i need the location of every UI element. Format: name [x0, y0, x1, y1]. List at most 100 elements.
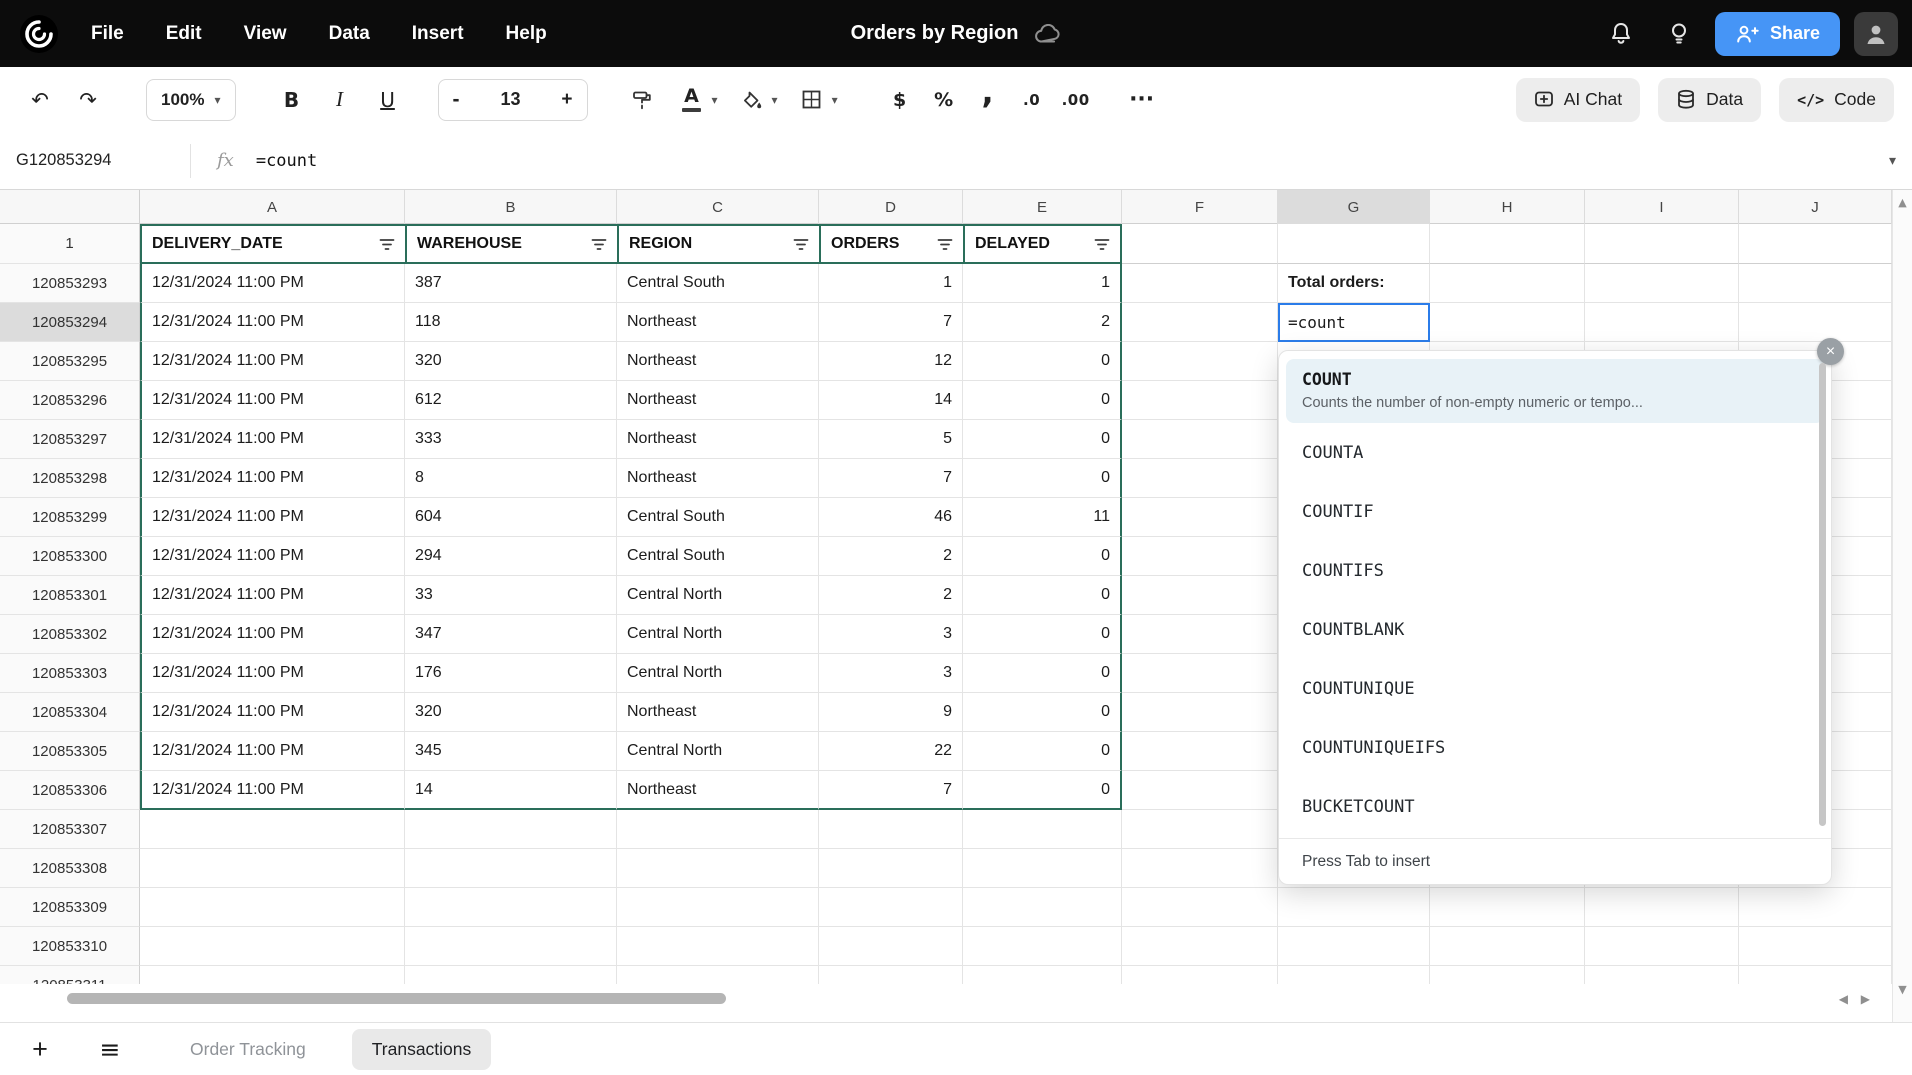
add-sheet-button[interactable]: +: [18, 1034, 62, 1065]
table-header-orders[interactable]: ORDERS: [819, 224, 963, 264]
cell-C-120853294[interactable]: Northeast: [617, 303, 819, 342]
autocomplete-item-countifs[interactable]: COUNTIFS: [1279, 541, 1831, 600]
app-logo-icon[interactable]: [18, 13, 60, 55]
close-icon[interactable]: ×: [1817, 338, 1844, 365]
autocomplete-item-count[interactable]: COUNT Counts the number of non-empty num…: [1286, 359, 1824, 423]
cell-F-120853307[interactable]: [1122, 810, 1278, 849]
row-header-120853310[interactable]: 120853310: [0, 927, 140, 966]
data-button[interactable]: Data: [1658, 77, 1762, 122]
table-header-delayed[interactable]: DELAYED: [963, 224, 1122, 264]
cell-C-120853306[interactable]: Northeast: [617, 771, 819, 810]
row-header-120853308[interactable]: 120853308: [0, 849, 140, 888]
cell-F-120853294[interactable]: [1122, 303, 1278, 342]
menu-insert[interactable]: Insert: [391, 23, 485, 45]
formula-bar-expand-icon[interactable]: ▾: [1889, 153, 1896, 169]
cell-C-120853303[interactable]: Central North: [617, 654, 819, 693]
row-header-120853294[interactable]: 120853294: [0, 303, 140, 342]
cell-D-120853307[interactable]: [819, 810, 963, 849]
filter-icon[interactable]: [379, 238, 395, 251]
cell-C-120853293[interactable]: Central South: [617, 264, 819, 303]
cell-C-120853302[interactable]: Central North: [617, 615, 819, 654]
cell-D-120853297[interactable]: 5: [819, 420, 963, 459]
cell-C-120853304[interactable]: Northeast: [617, 693, 819, 732]
zoom-select[interactable]: 100% ▾: [146, 78, 236, 121]
cell-A-120853308[interactable]: [140, 849, 405, 888]
cell-F-120853302[interactable]: [1122, 615, 1278, 654]
increase-decimal-button[interactable]: .00: [1054, 78, 1098, 122]
scroll-right-icon[interactable]: ▶: [1861, 992, 1870, 1006]
cell-B-120853298[interactable]: 8: [405, 459, 617, 498]
cell-A-120853294[interactable]: 12/31/2024 11:00 PM: [140, 303, 405, 342]
cell-D-120853302[interactable]: 3: [819, 615, 963, 654]
share-button[interactable]: Share: [1714, 11, 1840, 56]
table-header-delivery_date[interactable]: DELIVERY_DATE: [140, 224, 405, 264]
cell-C-120853307[interactable]: [617, 810, 819, 849]
scroll-down-icon[interactable]: ▼: [1893, 983, 1912, 996]
cell-B-120853294[interactable]: 118: [405, 303, 617, 342]
autocomplete-item-bucketcount[interactable]: BUCKETCOUNT: [1279, 777, 1831, 836]
cell-F-120853303[interactable]: [1122, 654, 1278, 693]
cell-A-120853297[interactable]: 12/31/2024 11:00 PM: [140, 420, 405, 459]
cell-B-120853307[interactable]: [405, 810, 617, 849]
cell-E-120853306[interactable]: 0: [963, 771, 1122, 810]
cell-H-1[interactable]: [1430, 224, 1585, 264]
cell-E-120853304[interactable]: 0: [963, 693, 1122, 732]
cell-A-120853301[interactable]: 12/31/2024 11:00 PM: [140, 576, 405, 615]
cell-J-1[interactable]: [1739, 224, 1892, 264]
table-header-region[interactable]: REGION: [617, 224, 819, 264]
cell-C-120853298[interactable]: Northeast: [617, 459, 819, 498]
cell-G-120853309[interactable]: [1278, 888, 1430, 927]
cell-B-120853308[interactable]: [405, 849, 617, 888]
row-header-120853306[interactable]: 120853306: [0, 771, 140, 810]
filter-icon[interactable]: [1094, 238, 1110, 251]
cell-I-120853294[interactable]: [1585, 303, 1739, 342]
cell-F-120853305[interactable]: [1122, 732, 1278, 771]
grid-corner[interactable]: [0, 190, 140, 224]
row-header-120853302[interactable]: 120853302: [0, 615, 140, 654]
cell-B-120853304[interactable]: 320: [405, 693, 617, 732]
cell-D-120853301[interactable]: 2: [819, 576, 963, 615]
cell-F-120853299[interactable]: [1122, 498, 1278, 537]
cell-D-120853308[interactable]: [819, 849, 963, 888]
row-header-120853307[interactable]: 120853307: [0, 810, 140, 849]
cell-B-120853305[interactable]: 345: [405, 732, 617, 771]
sheet-tab-order-tracking[interactable]: Order Tracking: [170, 1029, 326, 1070]
font-size-decrease-button[interactable]: -: [453, 88, 460, 112]
cell-J-120853309[interactable]: [1739, 888, 1892, 927]
cell-E-120853305[interactable]: 0: [963, 732, 1122, 771]
cell-A-120853304[interactable]: 12/31/2024 11:00 PM: [140, 693, 405, 732]
cell-C-120853308[interactable]: [617, 849, 819, 888]
cell-E-120853295[interactable]: 0: [963, 342, 1122, 381]
cell-A-120853295[interactable]: 12/31/2024 11:00 PM: [140, 342, 405, 381]
cell-D-120853304[interactable]: 9: [819, 693, 963, 732]
cell-F-120853308[interactable]: [1122, 849, 1278, 888]
cell-E-120853299[interactable]: 11: [963, 498, 1122, 537]
menu-help[interactable]: Help: [485, 23, 568, 45]
row-header-120853296[interactable]: 120853296: [0, 381, 140, 420]
active-cell-editor[interactable]: =count: [1278, 303, 1430, 342]
cell-B-120853310[interactable]: [405, 927, 617, 966]
column-header-I[interactable]: I: [1585, 190, 1739, 224]
cell-E-120853310[interactable]: [963, 927, 1122, 966]
cell-B-120853301[interactable]: 33: [405, 576, 617, 615]
cell-B-120853302[interactable]: 347: [405, 615, 617, 654]
cell-A-120853309[interactable]: [140, 888, 405, 927]
cell-F-120853304[interactable]: [1122, 693, 1278, 732]
cell-E-120853300[interactable]: 0: [963, 537, 1122, 576]
notifications-bell-icon[interactable]: [1599, 12, 1643, 56]
formula-input[interactable]: =count: [256, 151, 317, 171]
cell-D-120853299[interactable]: 46: [819, 498, 963, 537]
cell-A-120853299[interactable]: 12/31/2024 11:00 PM: [140, 498, 405, 537]
column-header-J[interactable]: J: [1739, 190, 1892, 224]
code-button[interactable]: </> Code: [1779, 77, 1894, 122]
cell-C-120853296[interactable]: Northeast: [617, 381, 819, 420]
paint-format-icon[interactable]: [620, 78, 664, 122]
row-header-120853305[interactable]: 120853305: [0, 732, 140, 771]
cell-B-120853293[interactable]: 387: [405, 264, 617, 303]
sheet-tab-transactions[interactable]: Transactions: [351, 1028, 492, 1070]
cell-A-120853300[interactable]: 12/31/2024 11:00 PM: [140, 537, 405, 576]
cell-A-120853305[interactable]: 12/31/2024 11:00 PM: [140, 732, 405, 771]
cell-E-120853301[interactable]: 0: [963, 576, 1122, 615]
ai-chat-button[interactable]: AI Chat: [1515, 77, 1641, 122]
cell-J-120853293[interactable]: [1739, 264, 1892, 303]
